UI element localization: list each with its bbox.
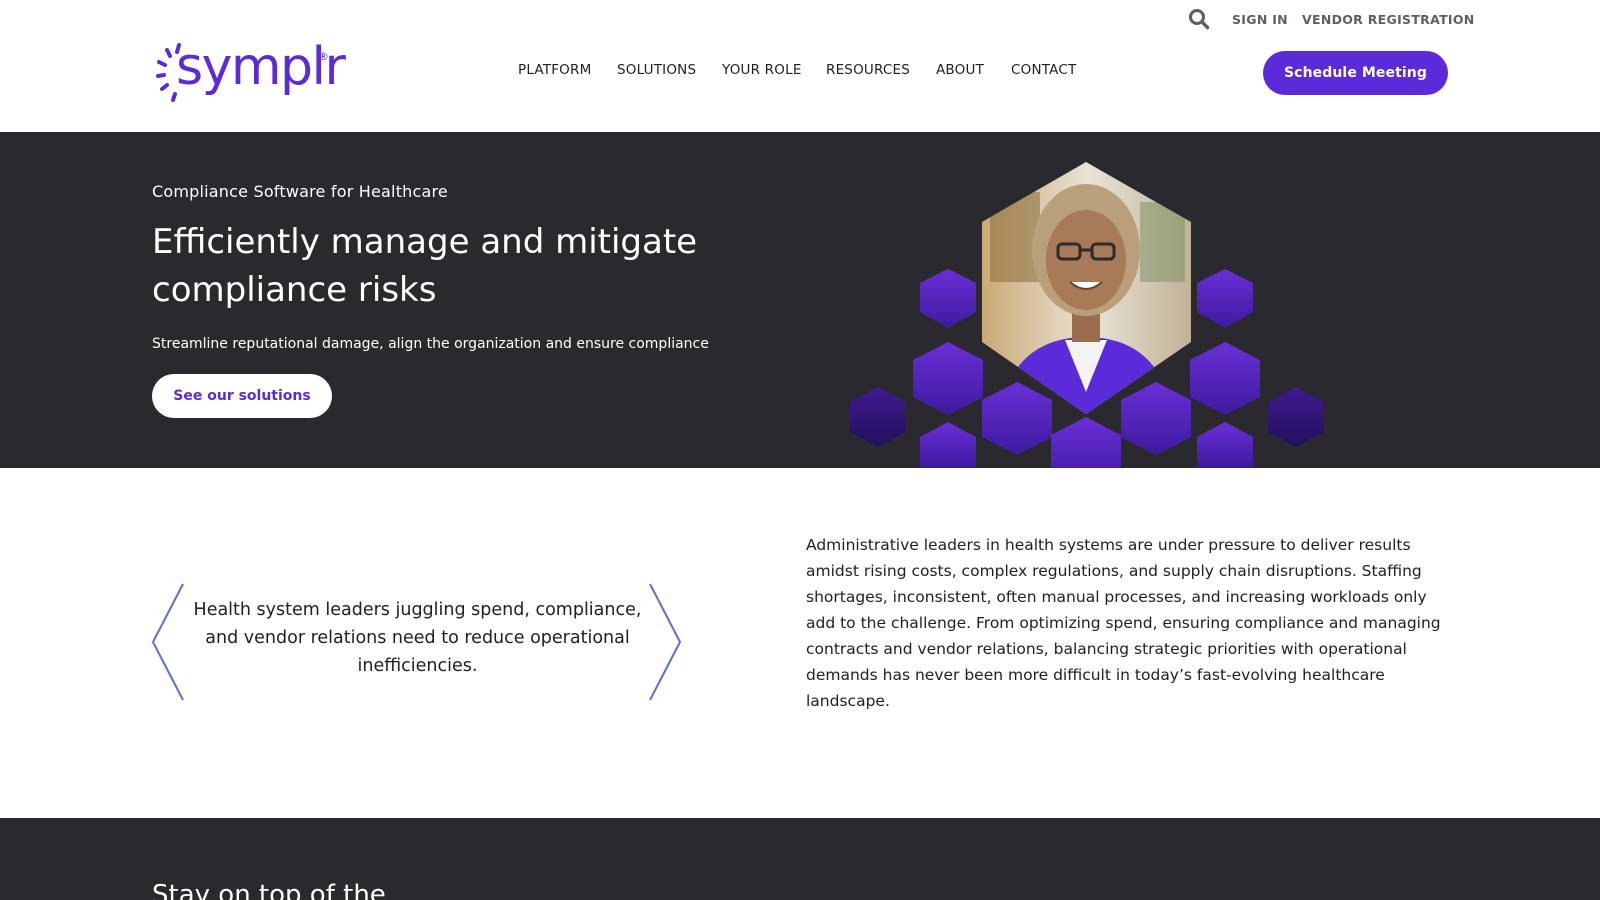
nav-item-about[interactable]: ABOUT (936, 62, 984, 78)
nav-item-your-role[interactable]: YOUR ROLE (722, 62, 802, 78)
symplr-logo[interactable]: symplr ® (156, 37, 346, 108)
woman-portrait-hexagon-image (850, 162, 1324, 468)
hero-eyebrow: Compliance Software for Healthcare (152, 182, 448, 201)
hero-section: Compliance Software for Healthcare Effic… (0, 132, 1600, 468)
logo-wordmark: symplr (176, 37, 346, 97)
see-solutions-button[interactable]: See our solutions (152, 374, 332, 418)
statement-section: Health system leaders juggling spend, co… (0, 468, 1600, 818)
hero-title: Efficiently manage and mitigate complian… (152, 222, 698, 310)
vendor-registration-link[interactable]: VENDOR REGISTRATION (1302, 12, 1475, 27)
nav-item-contact[interactable]: CONTACT (1011, 62, 1076, 78)
next-section: Stay on top of the (0, 818, 1600, 900)
next-section-title: Stay on top of the (152, 880, 386, 900)
site-header: symplr ® SIGN IN VENDOR REGISTRATION PLA… (0, 0, 1600, 132)
registered-mark: ® (318, 50, 329, 63)
pull-quote-text: Health system leaders juggling spend, co… (193, 600, 642, 676)
pull-quote: Health system leaders juggling spend, co… (150, 582, 685, 704)
schedule-meeting-button[interactable]: Schedule Meeting (1263, 51, 1448, 95)
hero-subtitle: Streamline reputational damage, align th… (152, 336, 709, 352)
search-icon[interactable] (1188, 8, 1210, 30)
nav-item-resources[interactable]: RESOURCES (826, 62, 910, 78)
statement-body: Administrative leaders in health systems… (806, 536, 1441, 710)
nav-item-solutions[interactable]: SOLUTIONS (617, 62, 696, 78)
sign-in-link[interactable]: SIGN IN (1232, 12, 1288, 27)
nav-item-platform[interactable]: PLATFORM (518, 62, 591, 78)
